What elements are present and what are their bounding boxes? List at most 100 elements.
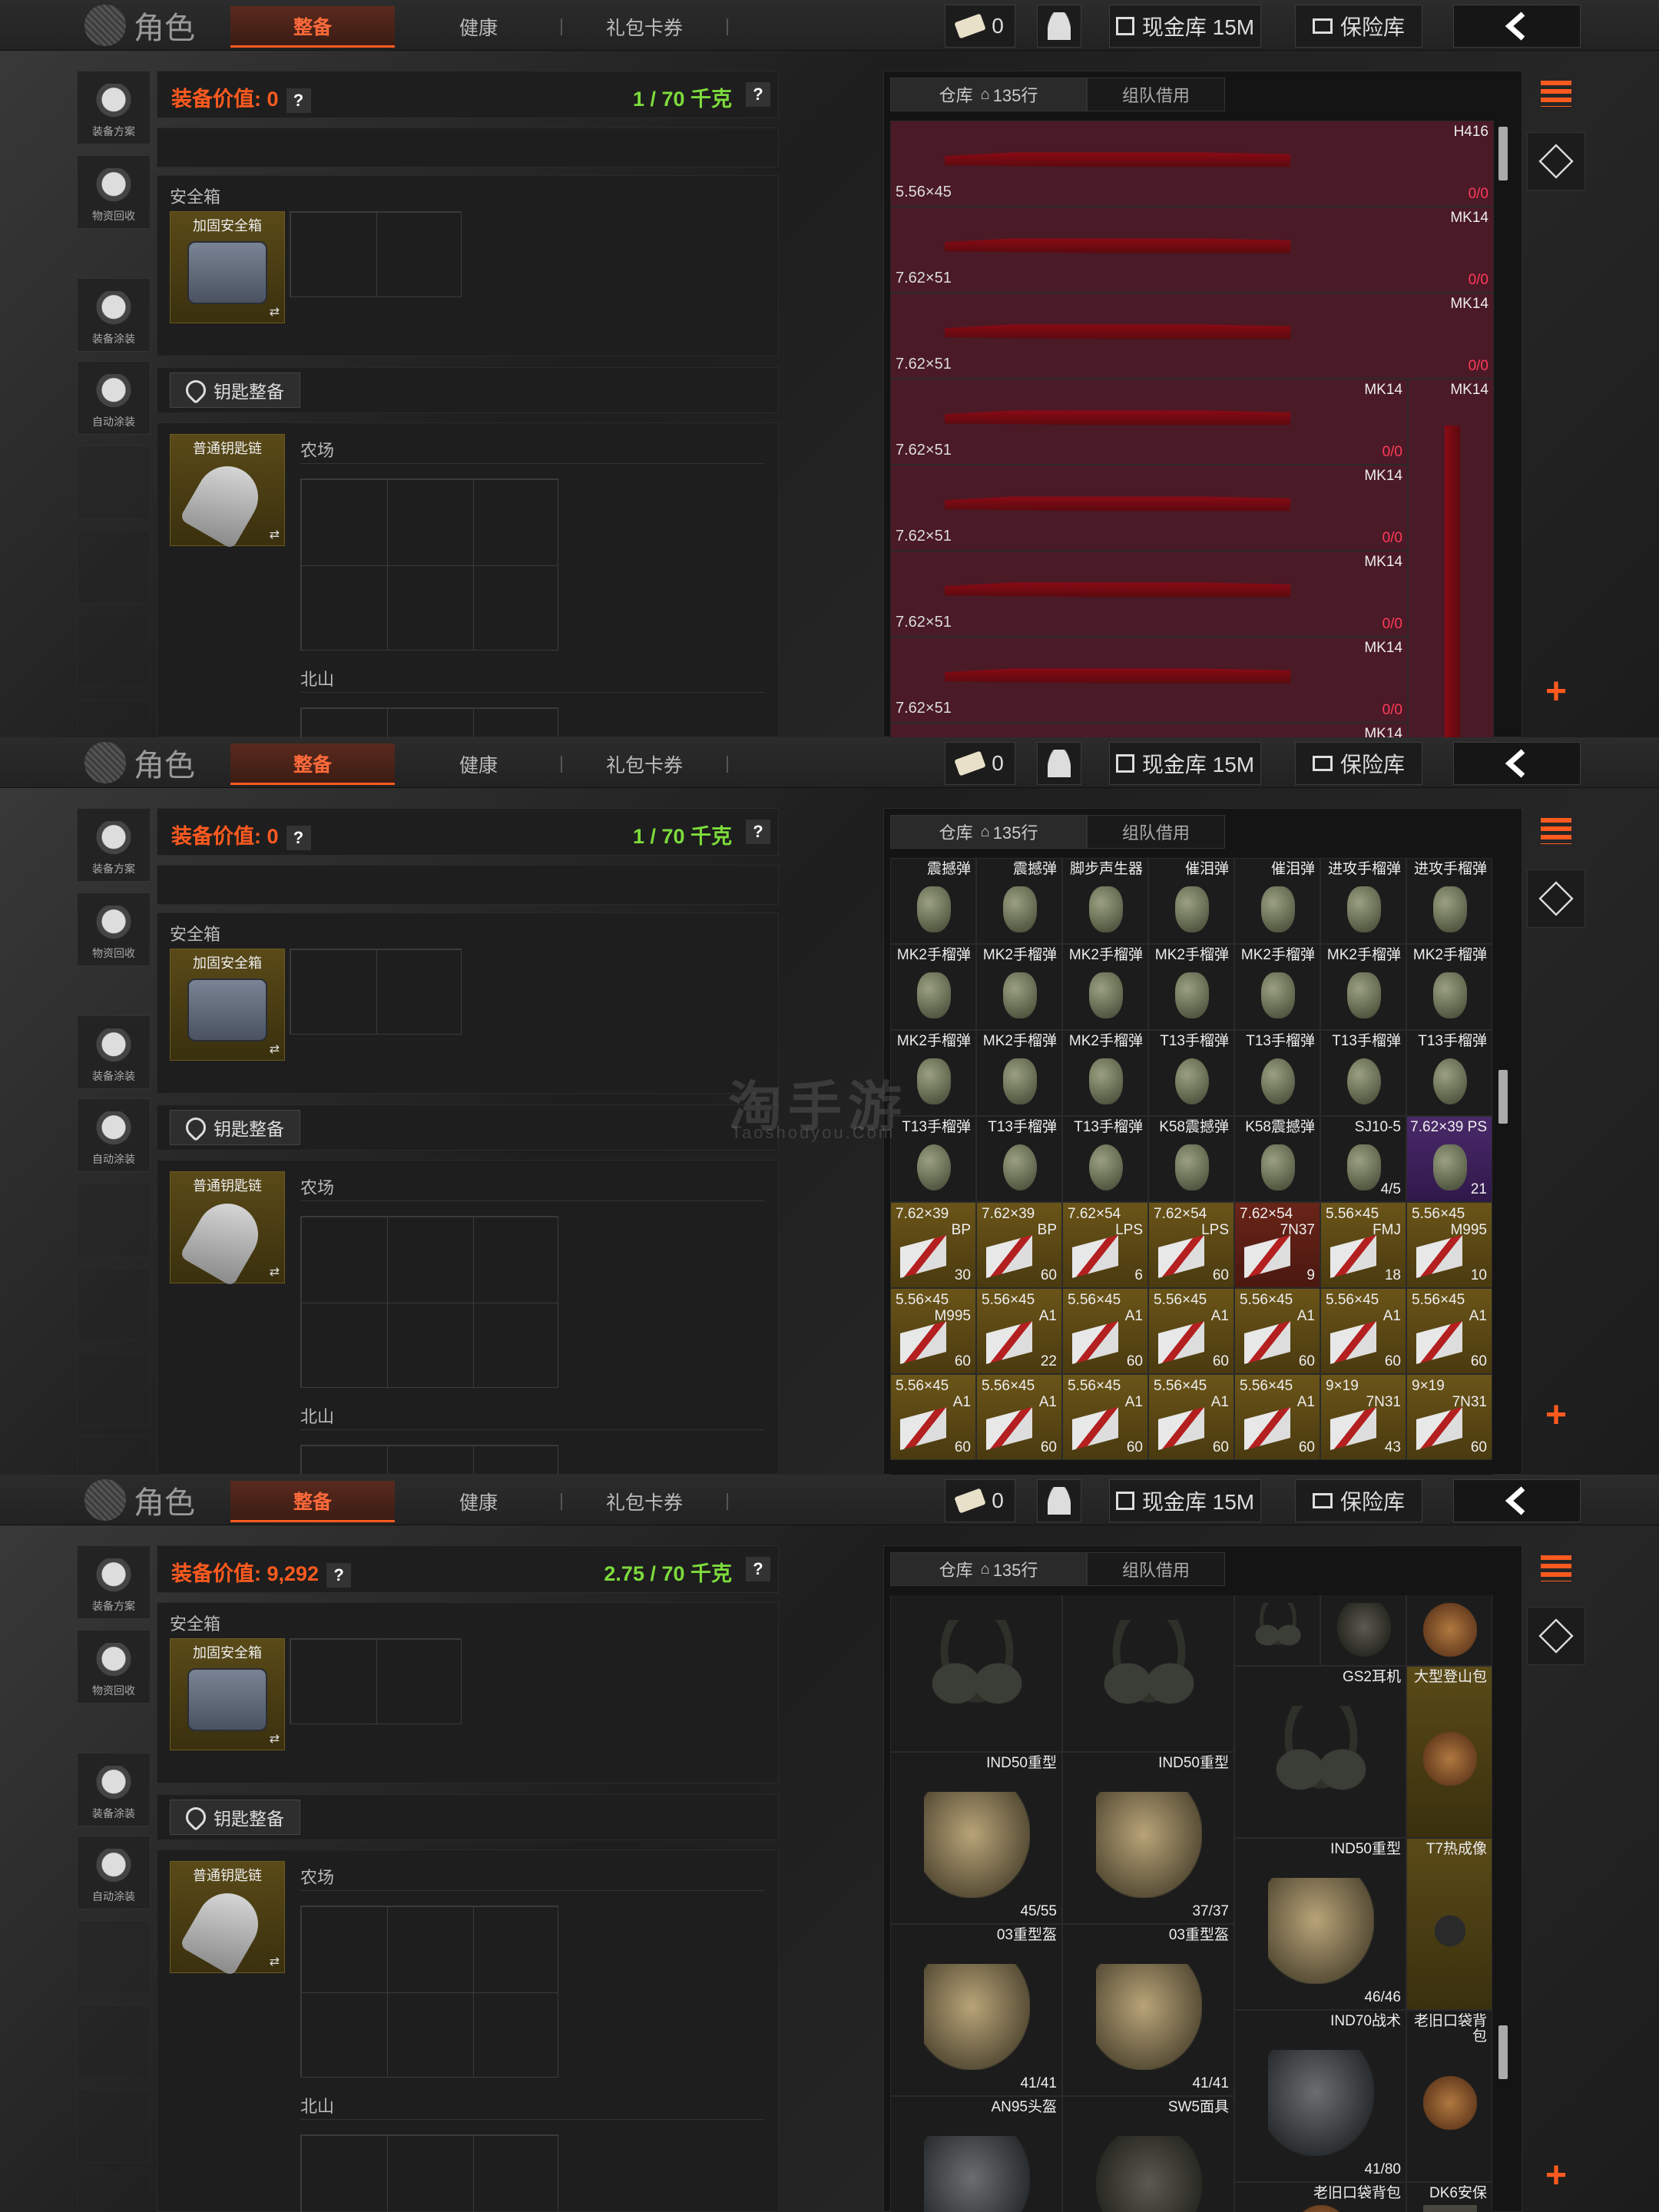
grenade-slot[interactable]: 震撼弹	[890, 858, 976, 944]
safe-box-item[interactable]: 加固安全箱 ⇄	[170, 1638, 285, 1750]
sidebar-item-recycle[interactable]: 物资回收	[77, 892, 151, 966]
grenade-slot[interactable]: MK2手榴弹	[1320, 944, 1406, 1030]
tab-warehouse[interactable]: 仓库 ⌂ 135行	[890, 78, 1087, 111]
gear-slot[interactable]	[1062, 1595, 1234, 1752]
key-loadout-button[interactable]: 钥匙整备	[170, 1800, 300, 1835]
grenade-slot[interactable]: T13手榴弹	[1062, 1116, 1148, 1202]
sidebar-item-loadout-plan[interactable]: 装备方案	[77, 808, 151, 882]
key-loadout-button[interactable]: 钥匙整备	[170, 373, 300, 408]
ammo-slot[interactable]: 5.56×45 A1 60	[1320, 1288, 1406, 1374]
gear-slot[interactable]: IND70战术 41/80	[1234, 2010, 1406, 2182]
grenade-slot[interactable]: 进攻手榴弹	[1406, 858, 1492, 944]
weapon-slot[interactable]: MK14 7.62×51 0/0	[890, 465, 1408, 551]
trader-button[interactable]	[1037, 5, 1081, 48]
swap-icon[interactable]: ⇄	[270, 1954, 280, 1969]
weapon-slot[interactable]: MK14 7.62×51 0/0	[890, 207, 1494, 293]
sidebar-item-auto-paint[interactable]: 自动涂装	[77, 1098, 151, 1172]
key-chain-item[interactable]: 普通钥匙链 ⇄	[170, 1861, 285, 1977]
grenade-slot[interactable]: 进攻手榴弹	[1320, 858, 1406, 944]
trader-button[interactable]	[1037, 1479, 1081, 1522]
ammo-slot[interactable]: 5.56×45 FMJ 18	[1320, 1202, 1406, 1288]
grenade-slot[interactable]: MK2手榴弹	[1062, 1030, 1148, 1116]
tab-team-borrow[interactable]: 组队借用	[1087, 1552, 1225, 1586]
gear-slot[interactable]: IND50重型 37/37	[1062, 1752, 1234, 1924]
grenade-slot[interactable]: 催泪弹	[1148, 858, 1234, 944]
cash-vault-button[interactable]: 现金库 15M	[1109, 1479, 1261, 1522]
grenade-slot[interactable]: 脚步声生器	[1062, 858, 1148, 944]
grenade-slot[interactable]: MK2手榴弹	[976, 1030, 1062, 1116]
key-loadout-button[interactable]: 钥匙整备	[170, 1110, 300, 1145]
add-button[interactable]: +	[1527, 1392, 1585, 1438]
quick-store-button[interactable]	[1527, 1607, 1585, 1665]
swap-icon[interactable]: ⇄	[270, 527, 280, 542]
weapon-slot[interactable]: MK14 7.62×51 0/0	[890, 293, 1494, 379]
gear-slot[interactable]: 03重型盔 41/41	[890, 1924, 1062, 2096]
tab-gear[interactable]: 整备	[230, 1481, 395, 1522]
safe-box-item[interactable]: 加固安全箱 ⇄	[170, 949, 285, 1061]
gear-slot[interactable]: AN95头盔	[890, 2096, 1062, 2212]
cash-vault-button[interactable]: 现金库 15M	[1109, 742, 1261, 785]
help-icon[interactable]: ?	[746, 82, 770, 107]
sidebar-item-auto-paint[interactable]: 自动涂装	[77, 361, 151, 435]
gear-slot[interactable]	[1406, 1595, 1492, 1666]
scrollbar-thumb[interactable]	[1498, 2025, 1508, 2079]
weapon-slot[interactable]: MK14 7.62×51 0/0	[890, 379, 1408, 465]
quick-store-button[interactable]	[1527, 132, 1585, 190]
ticket-counter[interactable]: 0	[945, 742, 1015, 785]
quick-store-button[interactable]	[1527, 869, 1585, 928]
gear-slot[interactable]: SW5面具	[1062, 2096, 1234, 2212]
sort-button[interactable]	[1527, 1545, 1585, 1591]
gear-slot[interactable]: T7热成像	[1406, 1838, 1492, 2010]
key-chain-item[interactable]: 普通钥匙链 ⇄	[170, 434, 285, 550]
grenade-slot[interactable]: K58震撼弹	[1148, 1116, 1234, 1202]
ammo-slot[interactable]: 7.62×39 BP 30	[890, 1202, 976, 1288]
ammo-slot[interactable]: 7.62×39 BP 60	[976, 1202, 1062, 1288]
key-chain-item[interactable]: 普通钥匙链 ⇄	[170, 1171, 285, 1287]
tab-team-borrow[interactable]: 组队借用	[1087, 815, 1225, 849]
ticket-counter[interactable]: 0	[945, 1479, 1015, 1522]
ammo-slot[interactable]: 5.56×45 A1 60	[1148, 1374, 1234, 1460]
scrollbar-thumb[interactable]	[1498, 127, 1508, 180]
gear-slot[interactable]	[890, 1595, 1062, 1752]
weapon-slot[interactable]: MK14 7.62×51 0/0	[890, 551, 1408, 637]
sidebar-item-gear-paint[interactable]: 装备涂装	[77, 1753, 151, 1826]
vault-button[interactable]: 保险库	[1295, 1479, 1422, 1522]
tab-gift[interactable]: 礼包卡券	[562, 743, 727, 785]
ammo-slot[interactable]: 5.56×45 A1 60	[1406, 1288, 1492, 1374]
tab-team-borrow[interactable]: 组队借用	[1087, 78, 1225, 111]
grenade-slot[interactable]: MK2手榴弹	[976, 944, 1062, 1030]
ammo-slot[interactable]: 9×19 7N31 60	[1406, 1374, 1492, 1460]
grenade-slot[interactable]: MK2手榴弹	[1234, 944, 1320, 1030]
cash-vault-button[interactable]: 现金库 15M	[1109, 5, 1261, 48]
sidebar-item-loadout-plan[interactable]: 装备方案	[77, 1545, 151, 1619]
help-icon[interactable]: ?	[746, 1557, 770, 1581]
tab-warehouse[interactable]: 仓库 ⌂ 135行	[890, 1552, 1087, 1586]
weapon-slot-vertical[interactable]: MK14	[1408, 379, 1494, 737]
gear-slot[interactable]: IND50重型 45/55	[890, 1752, 1062, 1924]
sidebar-item-recycle[interactable]: 物资回收	[77, 155, 151, 229]
scrollbar-thumb[interactable]	[1498, 1070, 1508, 1124]
add-button[interactable]: +	[1527, 668, 1585, 714]
gear-slot[interactable]: 03重型盔 41/41	[1062, 1924, 1234, 2096]
inventory-scrollbar[interactable]	[1498, 121, 1508, 735]
gear-slot[interactable]	[1320, 1595, 1406, 1666]
ammo-slot[interactable]: 5.56×45 A1 60	[1062, 1374, 1148, 1460]
grenade-slot[interactable]: 震撼弹	[976, 858, 1062, 944]
help-icon[interactable]: ?	[746, 820, 770, 844]
tab-health[interactable]: 健康	[396, 6, 561, 48]
tab-health[interactable]: 健康	[396, 1481, 561, 1522]
back-button[interactable]	[1453, 1479, 1581, 1522]
gear-slot[interactable]: DK6安保	[1406, 2182, 1492, 2212]
grenade-slot[interactable]: T13手榴弹	[1320, 1030, 1406, 1116]
swap-icon[interactable]: ⇄	[270, 1041, 280, 1057]
gear-slot[interactable]: GS2耳机	[1234, 1666, 1406, 1838]
ammo-slot[interactable]: 5.56×45 A1 60	[1234, 1374, 1320, 1460]
grenade-slot[interactable]: T13手榴弹	[1234, 1030, 1320, 1116]
swap-icon[interactable]: ⇄	[270, 304, 280, 320]
sort-button[interactable]	[1527, 71, 1585, 117]
back-button[interactable]	[1453, 742, 1581, 785]
ammo-slot[interactable]: 5.56×45 A1 60	[1062, 1288, 1148, 1374]
gear-slot[interactable]: IND50重型 46/46	[1234, 1838, 1406, 2010]
inventory-scrollbar[interactable]	[1498, 1595, 1508, 2210]
gear-slot[interactable]	[1234, 1595, 1320, 1666]
